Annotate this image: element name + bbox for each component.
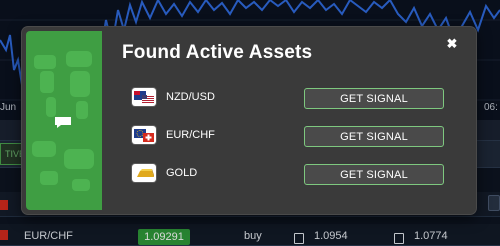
asset-name: EUR/CHF	[166, 129, 215, 141]
get-signal-button[interactable]: GET SIGNAL	[304, 126, 444, 147]
asset-row-nzd-usd: NZD/USD GET SIGNAL	[132, 88, 446, 110]
close-icon[interactable]: ✖	[446, 37, 458, 51]
get-signal-button[interactable]: GET SIGNAL	[304, 88, 444, 109]
asset-name: GOLD	[166, 167, 198, 179]
gold-bar-icon	[132, 164, 156, 182]
get-signal-button[interactable]: GET SIGNAL	[304, 164, 444, 185]
asset-row-eur-chf: EUR/CHF GET SIGNAL	[132, 126, 446, 148]
chat-icon	[55, 117, 71, 128]
asset-row-gold: GOLD GET SIGNAL	[132, 164, 446, 186]
found-assets-modal: Found Active Assets ✖ NZD/USD GET SIGNAL	[22, 27, 476, 214]
asset-name: NZD/USD	[166, 91, 215, 103]
nzd-usd-flags-icon	[132, 88, 156, 106]
modal-side-panel	[26, 31, 102, 210]
modal-title: Found Active Assets	[122, 42, 313, 63]
eur-chf-flags-icon	[132, 126, 156, 144]
